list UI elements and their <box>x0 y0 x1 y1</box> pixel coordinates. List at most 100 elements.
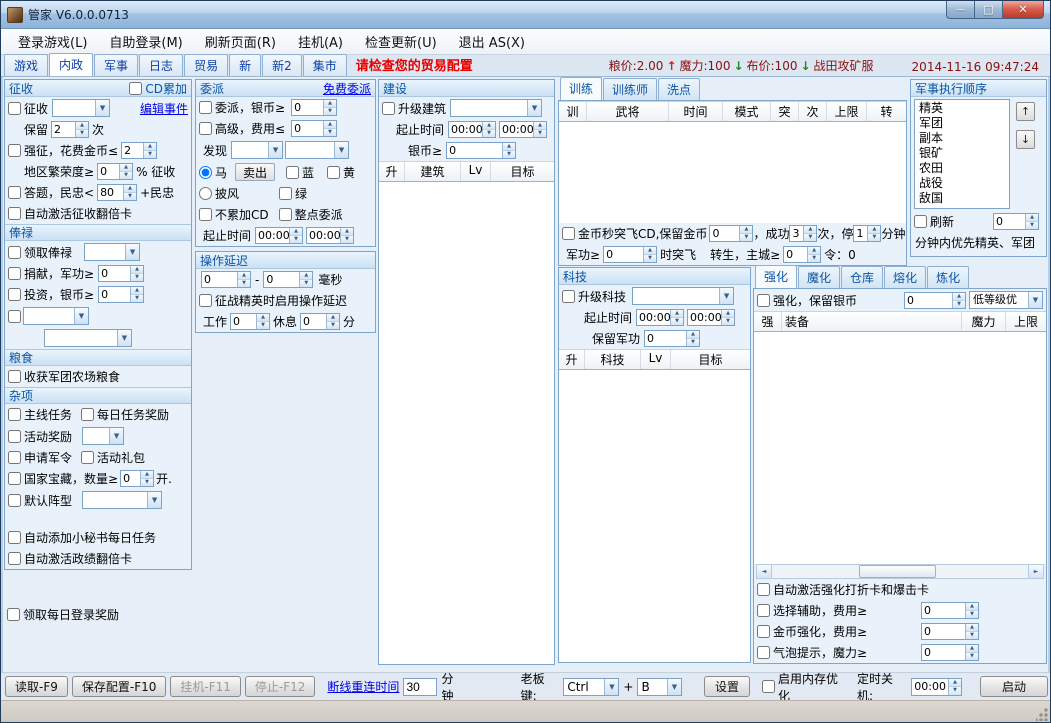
dropdown-arrow-icon[interactable] <box>125 244 139 260</box>
horse-radio[interactable] <box>199 166 212 179</box>
list-item-farm[interactable]: 农田 <box>917 161 1007 176</box>
spin-down-icon[interactable] <box>124 192 136 200</box>
daily-reward-option[interactable]: 每日任务奖励 <box>81 406 169 423</box>
bubble-magic-spinner[interactable]: 0 <box>921 644 979 661</box>
shutdown-time-spinner[interactable]: 00:00 <box>911 678 962 696</box>
reconnect-minutes-input[interactable] <box>403 678 437 696</box>
spin-up-icon[interactable] <box>644 247 656 254</box>
dispatch-advanced-option[interactable]: 高级，费用≤ <box>199 120 285 137</box>
military-order-checkbox[interactable] <box>8 451 21 464</box>
train-stop-spinner[interactable]: 1 <box>853 225 881 242</box>
dropdown-arrow-icon[interactable] <box>117 330 131 346</box>
spin-up-icon[interactable] <box>238 272 250 279</box>
treasure-count-spinner[interactable]: 0 <box>120 470 154 487</box>
force-cost-value[interactable]: 2 <box>122 143 143 158</box>
spin-down-icon[interactable] <box>120 171 132 179</box>
spin-up-icon[interactable] <box>341 228 353 235</box>
scroll-right-icon[interactable] <box>1028 565 1043 578</box>
loyalty-spinner[interactable]: 80 <box>97 184 137 201</box>
bubble-checkbox[interactable] <box>757 646 770 659</box>
delay-min-spinner[interactable]: 0 <box>201 271 251 288</box>
list-item-campaign[interactable]: 战役 <box>917 176 1007 191</box>
discover-dropdown-2[interactable] <box>285 141 349 159</box>
formation-checkbox[interactable] <box>8 494 21 507</box>
no-cd-option[interactable]: 不累加CD <box>199 206 269 223</box>
treasure-count-value[interactable]: 0 <box>121 471 140 486</box>
spin-up-icon[interactable] <box>76 122 88 129</box>
daily-login-option[interactable]: 领取每日登录奖励 <box>7 606 119 623</box>
spin-down-icon[interactable] <box>740 233 752 241</box>
assist-checkbox[interactable] <box>757 604 770 617</box>
gold-enhance-option[interactable]: 金币强化，费用≥ <box>757 623 867 640</box>
no-cd-checkbox[interactable] <box>199 208 212 221</box>
tech-upgrade-option[interactable]: 升级科技 <box>562 288 626 305</box>
tech-end-spinner[interactable]: 00:00 <box>687 309 735 326</box>
spin-up-icon[interactable] <box>966 645 978 652</box>
spin-down-icon[interactable] <box>1026 221 1038 229</box>
work-spinner[interactable]: 0 <box>230 313 270 330</box>
move-up-button[interactable]: ↑ <box>1016 102 1035 121</box>
loyalty-value[interactable]: 80 <box>98 185 123 200</box>
dispatch-cost-value[interactable]: 0 <box>292 121 323 136</box>
spin-down-icon[interactable] <box>687 338 699 346</box>
spin-down-icon[interactable] <box>953 300 965 308</box>
salary-mode-dropdown[interactable] <box>84 243 140 261</box>
elite-delay-checkbox[interactable] <box>199 294 212 307</box>
activity-pack-option[interactable]: 活动礼包 <box>81 449 145 466</box>
title-bar[interactable]: 管家 V6.0.0.0713 <box>1 1 1050 29</box>
train-gold-spinner[interactable]: 0 <box>709 225 753 242</box>
keep-count-spinner[interactable]: 2 <box>51 121 89 138</box>
tab-train[interactable]: 训练 <box>560 77 602 100</box>
memory-optimize-checkbox[interactable] <box>762 680 775 693</box>
spin-down-icon[interactable] <box>804 233 816 241</box>
tab-melt[interactable]: 熔化 <box>884 266 926 288</box>
spin-down-icon[interactable] <box>483 129 495 137</box>
build-silver-spinner[interactable]: 0 <box>446 142 516 159</box>
spin-up-icon[interactable] <box>144 143 156 150</box>
stop-button[interactable]: 停止-F12 <box>245 676 316 697</box>
tech-keep-spinner[interactable]: 0 <box>644 330 700 347</box>
refresh-checkbox[interactable] <box>914 215 927 228</box>
tech-list[interactable] <box>559 370 750 662</box>
sell-button[interactable]: 卖出 <box>235 163 275 181</box>
spin-up-icon[interactable] <box>131 287 143 294</box>
tech-upgrade-checkbox[interactable] <box>562 290 575 303</box>
refresh-option[interactable]: 刷新 <box>914 213 954 230</box>
spin-up-icon[interactable] <box>257 314 269 321</box>
train-list[interactable] <box>559 122 906 223</box>
spin-up-icon[interactable] <box>966 624 978 631</box>
spin-up-icon[interactable] <box>949 679 961 687</box>
spin-up-icon[interactable] <box>953 293 965 300</box>
build-upgrade-checkbox[interactable] <box>382 102 395 115</box>
spin-down-icon[interactable] <box>722 317 734 325</box>
spin-down-icon[interactable] <box>131 273 143 281</box>
train-stop-value[interactable]: 1 <box>854 226 867 241</box>
shutdown-time-value[interactable]: 00:00 <box>912 679 948 695</box>
dropdown-arrow-icon[interactable] <box>95 100 109 116</box>
build-start-spinner[interactable]: 00:00 <box>448 121 496 138</box>
menu-auto-login[interactable]: 自助登录(M) <box>98 29 193 54</box>
merit-card-checkbox[interactable] <box>8 552 21 565</box>
main-quest-checkbox[interactable] <box>8 408 21 421</box>
cloak-radio[interactable] <box>199 187 212 200</box>
salary-extra2-dropdown[interactable] <box>44 329 132 347</box>
cd-stack-option[interactable]: CD累加 <box>129 80 187 97</box>
spin-down-icon[interactable] <box>300 279 312 287</box>
quiz-checkbox[interactable] <box>8 186 21 199</box>
prosperity-value[interactable]: 0 <box>98 164 119 179</box>
read-config-button[interactable]: 读取-F9 <box>5 676 68 697</box>
reconnect-time-link[interactable]: 断线重连时间 <box>327 678 399 695</box>
dropdown-arrow-icon[interactable] <box>74 308 88 324</box>
spin-up-icon[interactable] <box>722 310 734 317</box>
formation-option[interactable]: 默认阵型 <box>8 492 72 509</box>
enhance-silver-spinner[interactable]: 0 <box>904 292 966 309</box>
spin-down-icon[interactable] <box>671 317 683 325</box>
edit-events-link[interactable]: 编辑事件 <box>140 100 188 117</box>
cd-stack-checkbox[interactable] <box>129 82 142 95</box>
bubble-magic-value[interactable]: 0 <box>922 645 965 660</box>
tab-market[interactable]: 集市 <box>303 54 347 76</box>
spin-down-icon[interactable] <box>238 279 250 287</box>
levy-double-card-checkbox[interactable] <box>8 207 21 220</box>
levy-mode-dropdown[interactable] <box>52 99 110 117</box>
tech-start-value[interactable]: 00:00 <box>637 310 670 325</box>
